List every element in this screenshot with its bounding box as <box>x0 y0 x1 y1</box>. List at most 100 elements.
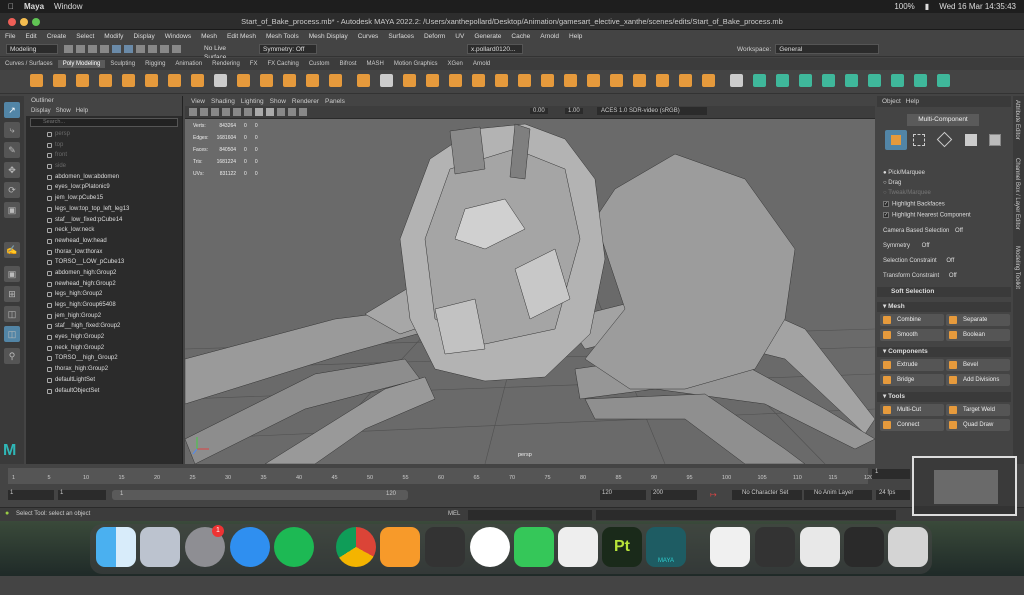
camera-attr-icon[interactable] <box>200 108 208 116</box>
outliner-item[interactable]: legs_low:top_top_left_leg13 <box>26 204 182 215</box>
outliner-item[interactable]: defaultObjectSet <box>26 386 182 397</box>
shelf-tool-16-icon[interactable] <box>380 74 393 87</box>
soft-selection-header[interactable]: Soft Selection <box>877 287 1011 297</box>
launchpad-icon[interactable] <box>140 527 180 567</box>
symmetry-toolkit-dropdown[interactable]: Off <box>922 243 930 249</box>
shelf-tool-38-icon[interactable] <box>891 74 904 87</box>
shelf-tool-8-icon[interactable] <box>191 74 204 87</box>
lights-icon[interactable] <box>288 108 296 116</box>
viewport-menu-view[interactable]: View <box>191 98 205 105</box>
folder-icon[interactable] <box>64 45 73 53</box>
outliner-item[interactable]: abdomen_low:abdomen <box>26 172 182 183</box>
lasso-tool-icon[interactable]: ⤷ <box>4 122 20 138</box>
shelf-tool-22-icon[interactable] <box>518 74 531 87</box>
outliner-menu-help[interactable]: Help <box>76 106 88 116</box>
gamma-field[interactable]: 1.00 <box>565 108 583 114</box>
shelf-tool-39-icon[interactable] <box>914 74 927 87</box>
safari-icon[interactable] <box>230 527 270 567</box>
substance-painter-icon[interactable]: Pt <box>602 527 642 567</box>
shelf-tab-xgen[interactable]: XGen <box>443 60 468 68</box>
shelf-tool-35-icon[interactable] <box>822 74 835 87</box>
messages-icon[interactable] <box>514 527 554 567</box>
menu-deform[interactable]: Deform <box>424 33 445 40</box>
menu-generate[interactable]: Generate <box>474 33 501 40</box>
extrude-button[interactable]: Extrude <box>880 359 944 371</box>
menu-edit-mesh[interactable]: Edit Mesh <box>227 33 256 40</box>
shelf-tab-bifrost[interactable]: Bifrost <box>335 60 362 68</box>
select-object-icon[interactable] <box>124 45 133 53</box>
bookmark-icon[interactable] <box>211 108 219 116</box>
menu-display[interactable]: Display <box>133 33 154 40</box>
range-end-field[interactable]: 120 <box>600 490 646 500</box>
selection-constraint-dropdown[interactable]: Off <box>946 258 954 264</box>
shadows-icon[interactable] <box>299 108 307 116</box>
wireframe-icon[interactable] <box>255 108 263 116</box>
quad-draw-button[interactable]: Quad Draw <box>946 419 1010 431</box>
shelf-tool-27-icon[interactable] <box>633 74 646 87</box>
zbrush-icon[interactable] <box>425 527 465 567</box>
outliner-item[interactable]: jem_low:pCube15 <box>26 193 182 204</box>
side-tab-modeling-toolkit[interactable]: Modeling Toolkit <box>1014 246 1020 289</box>
grid-icon[interactable] <box>233 108 241 116</box>
outliner-item[interactable]: neck_low:neck <box>26 225 182 236</box>
multi-cut-button[interactable]: Multi-Cut <box>880 404 944 416</box>
recent-doc-2-icon[interactable] <box>755 527 795 567</box>
shelf-tab-animation[interactable]: Animation <box>170 60 207 68</box>
shelf-tool-19-icon[interactable] <box>449 74 462 87</box>
outliner-item[interactable]: abdomen_high:Group2 <box>26 268 182 279</box>
window-menu[interactable]: Window <box>54 2 82 11</box>
viewport-3d[interactable]: Verts: 843264 0 0 Edges: 1681604 0 0 Faces: 84050… <box>185 119 875 464</box>
close-window-button[interactable] <box>8 18 16 26</box>
outliner-item[interactable]: eyes_low:pPlatonic9 <box>26 182 182 193</box>
recent-doc-3-icon[interactable] <box>800 527 840 567</box>
outliner-item[interactable]: front <box>26 150 182 161</box>
menu-file[interactable]: File <box>5 33 15 40</box>
menu-modify[interactable]: Modify <box>104 33 123 40</box>
uv-mode-icon[interactable] <box>989 134 1001 146</box>
shelf-tab-mash[interactable]: MASH <box>362 60 389 68</box>
paint-select-tool-icon[interactable]: ✎ <box>4 142 20 158</box>
menu-surfaces[interactable]: Surfaces <box>388 33 414 40</box>
shelf-tool-28-icon[interactable] <box>656 74 669 87</box>
four-view-icon[interactable]: ⊞ <box>4 286 20 302</box>
menu-help[interactable]: Help <box>569 33 582 40</box>
outliner-item[interactable]: top <box>26 140 182 151</box>
outliner-menu-display[interactable]: Display <box>31 106 51 116</box>
minimize-window-button[interactable] <box>20 18 28 26</box>
smooth-button[interactable]: Smooth <box>880 329 944 341</box>
shelf-tool-30-icon[interactable] <box>702 74 715 87</box>
outliner-item[interactable]: staf__low_fixed:pCube14 <box>26 215 182 226</box>
outliner-item[interactable]: defaultLightSet <box>26 375 182 386</box>
outliner-item[interactable]: newhead_high:Group2 <box>26 279 182 290</box>
app-menu[interactable]: Maya <box>24 2 44 11</box>
shelf-tool-1-icon[interactable] <box>30 74 43 87</box>
shelf-tool-4-icon[interactable] <box>99 74 112 87</box>
shelf-tab-sculpting[interactable]: Sculpting <box>105 60 140 68</box>
bridge-button[interactable]: Bridge <box>880 374 944 386</box>
highlight-nearest-checkbox[interactable]: ✓ <box>883 212 889 218</box>
search-icon[interactable]: ⚲ <box>4 348 20 364</box>
shelf-tool-2-icon[interactable] <box>53 74 66 87</box>
last-tool-icon[interactable]: ✍ <box>4 242 20 258</box>
separate-button[interactable]: Separate <box>946 314 1010 326</box>
shelf-tab-fx[interactable]: FX <box>245 60 263 68</box>
shelf-tool-24-icon[interactable] <box>564 74 577 87</box>
shelf-tool-32-icon[interactable] <box>753 74 766 87</box>
rotate-tool-icon[interactable]: ⟳ <box>4 182 20 198</box>
select-hierarchy-icon[interactable] <box>112 45 121 53</box>
shelf-tool-20-icon[interactable] <box>472 74 485 87</box>
boolean-button[interactable]: Boolean <box>946 329 1010 341</box>
menu-select[interactable]: Select <box>76 33 94 40</box>
face-mode-icon[interactable] <box>965 134 977 146</box>
maya-icon[interactable]: MAYA <box>646 527 686 567</box>
apple-icon[interactable]:  <box>8 2 14 11</box>
shelf-tool-17-icon[interactable] <box>403 74 416 87</box>
toolkit-tab-object[interactable]: Object <box>882 98 901 105</box>
shelf-tab-fx-caching[interactable]: FX Caching <box>262 60 303 68</box>
outliner-item[interactable]: TORSO__LOW_pCube13 <box>26 257 182 268</box>
key-icon[interactable]: ↦ <box>710 490 717 499</box>
tools-section-header[interactable]: ▾ Tools <box>877 392 1011 402</box>
spotify-icon[interactable] <box>274 527 314 567</box>
shelf-tool-14-icon[interactable] <box>329 74 342 87</box>
shelf-tab-arnold[interactable]: Arnold <box>468 60 495 68</box>
